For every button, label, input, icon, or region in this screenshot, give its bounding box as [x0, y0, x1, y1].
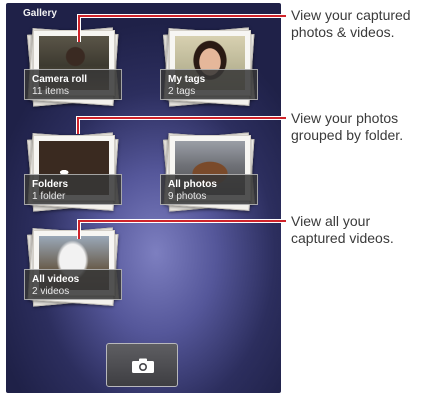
album-count: 9 photos	[168, 191, 207, 202]
camera-button[interactable]	[106, 343, 178, 387]
album-name: All videos	[32, 274, 80, 285]
callout-line1: View your photos	[291, 110, 399, 126]
album-count: 2 videos	[32, 286, 70, 297]
album-name: My tags	[168, 74, 206, 85]
album-name: All photos	[168, 179, 217, 190]
gallery-screen: Gallery Camera roll 11 items My tags 2 t…	[6, 3, 281, 393]
album-label: Camera roll 11 items	[24, 69, 122, 100]
callout-line2: grouped by folder.	[291, 127, 404, 143]
album-count: 11 items	[32, 86, 70, 97]
camera-icon	[132, 358, 154, 373]
callout-line2: captured videos.	[291, 230, 394, 246]
album-all-videos[interactable]: All videos 2 videos	[24, 225, 128, 315]
callout-line2: photos & videos.	[291, 24, 395, 40]
album-my-tags[interactable]: My tags 2 tags	[160, 25, 264, 115]
album-camera-roll[interactable]: Camera roll 11 items	[24, 25, 128, 115]
callout-folders: View your photos grouped by folder.	[291, 110, 403, 144]
album-folders[interactable]: Folders 1 folder	[24, 130, 128, 220]
album-count: 2 tags	[168, 86, 196, 97]
album-all-photos[interactable]: All photos 9 photos	[160, 130, 264, 220]
callout-capture: View your captured photos & videos.	[291, 7, 411, 41]
album-label: My tags 2 tags	[160, 69, 258, 100]
album-name: Camera roll	[32, 74, 88, 85]
callout-videos: View all your captured videos.	[291, 213, 394, 247]
callout-line1: View your captured	[291, 7, 411, 23]
app-title: Gallery	[23, 8, 57, 19]
album-label: Folders 1 folder	[24, 174, 122, 205]
callout-line1: View all your	[291, 213, 371, 229]
album-name: Folders	[32, 179, 69, 190]
album-count: 1 folder	[32, 191, 66, 202]
album-label: All photos 9 photos	[160, 174, 258, 205]
album-label: All videos 2 videos	[24, 269, 122, 300]
